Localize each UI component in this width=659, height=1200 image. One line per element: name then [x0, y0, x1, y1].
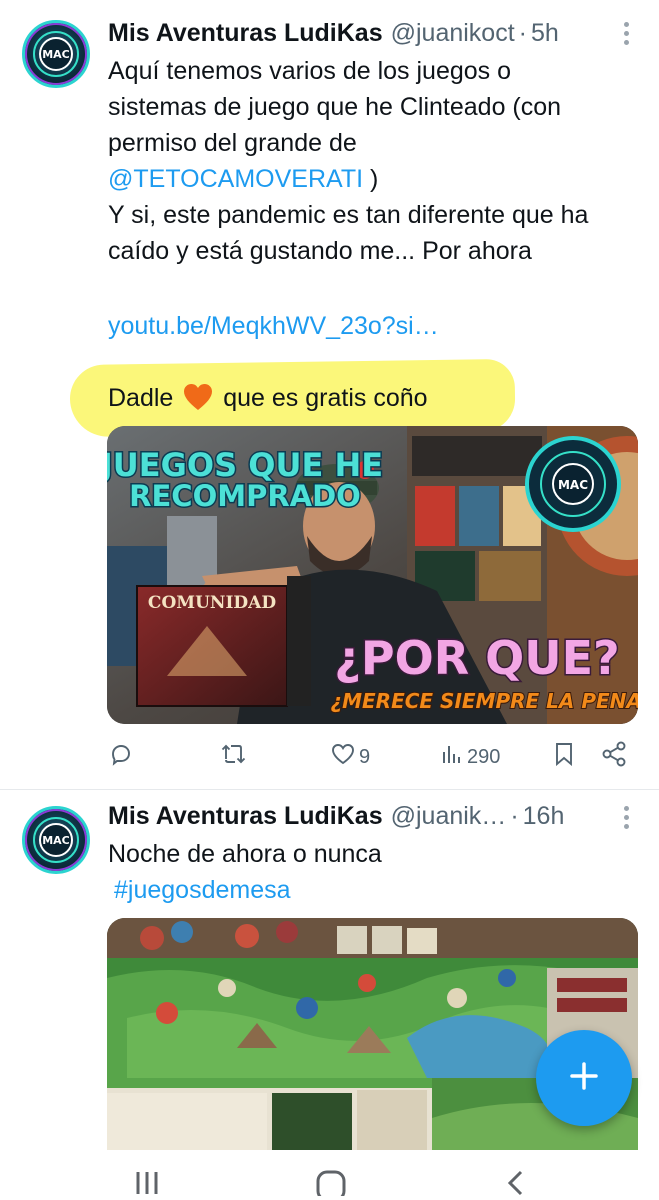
video-big-caption: ¿POR QUE?	[334, 631, 620, 685]
bookmark-icon	[554, 742, 574, 772]
like-icon	[331, 743, 355, 771]
author-avatar[interactable]: MAC	[22, 806, 90, 874]
video-title-line-2: RECOMPRADO	[129, 479, 361, 513]
home-button[interactable]	[315, 1168, 347, 1200]
youtube-link[interactable]: youtu.be/MeqkhWV_23o?si…	[108, 308, 643, 344]
views-icon	[441, 743, 463, 771]
tweet-actions: 9 290	[107, 735, 637, 779]
compose-icon	[567, 1059, 601, 1098]
reply-button[interactable]	[109, 742, 137, 772]
author-avatar[interactable]: MAC	[22, 20, 90, 88]
box-title: COMUNIDAD	[148, 593, 276, 613]
system-navigation-bar	[0, 1150, 659, 1200]
hashtag-link[interactable]: #juegosdemesa	[108, 872, 643, 908]
tweet-time[interactable]: 16h	[523, 802, 565, 831]
compose-button[interactable]	[536, 1030, 632, 1126]
tweet-1[interactable]: MAC Mis Aventuras LudiKas @juanikoct · 5…	[0, 0, 659, 790]
like-count: 9	[359, 745, 371, 768]
tweet-text-line: caído y está gustando me... Por ahora	[108, 237, 532, 265]
retweet-icon	[220, 742, 246, 772]
home-icon	[315, 1170, 347, 1200]
tweet-text-line: sistemas de juego que he Clinteado (con	[108, 93, 562, 121]
badge-monogram: MAC	[558, 478, 588, 492]
reply-icon	[109, 742, 133, 772]
author-name[interactable]: Mis Aventuras LudiKas	[108, 19, 383, 48]
video-sub-caption: ¿MERECE SIEMPRE LA PENA?	[331, 689, 638, 713]
views-button[interactable]: 290	[441, 743, 500, 771]
retweet-button[interactable]	[220, 742, 250, 772]
heart-emoji-icon	[183, 383, 213, 411]
more-icon[interactable]	[615, 18, 637, 48]
views-count: 290	[467, 745, 501, 768]
share-button[interactable]	[601, 741, 627, 773]
highlighted-text: Dadle que es gratis coño	[108, 383, 428, 412]
tweet-header: Mis Aventuras LudiKas @juanik… · 16h	[108, 801, 565, 831]
bookmark-button[interactable]	[554, 742, 574, 772]
tweet-header: Mis Aventuras LudiKas @juanikoct · 5h	[108, 18, 559, 48]
mention-link[interactable]: @TETOCAMOVERATI	[108, 165, 363, 193]
tweet-time[interactable]: 5h	[531, 19, 559, 48]
share-icon	[601, 741, 627, 773]
more-icon[interactable]	[615, 802, 637, 832]
tweet-text: Noche de ahora o nunca #juegosdemesa	[108, 836, 643, 908]
like-button[interactable]: 9	[331, 743, 370, 771]
tweet-text-line: Aquí tenemos varios de los juegos o	[108, 57, 512, 85]
back-icon	[504, 1170, 526, 1200]
author-handle[interactable]: @juanikoct	[391, 19, 515, 48]
tweet-text: Aquí tenemos varios de los juegos o sist…	[108, 53, 643, 269]
author-name[interactable]: Mis Aventuras LudiKas	[108, 802, 383, 831]
recents-icon	[133, 1172, 161, 1198]
back-button[interactable]	[504, 1168, 526, 1200]
author-handle[interactable]: @juanik…	[391, 802, 507, 831]
tweet-text-line: permiso del grande de	[108, 129, 357, 157]
tweet-text-line: Y si, este pandemic es tan diferente que…	[108, 201, 589, 229]
tweet-text-line: Noche de ahora o nunca	[108, 840, 382, 868]
video-thumbnail[interactable]: COMUNIDAD JUEGOS QUE HE RECOMPRADO MAC ¿…	[107, 426, 638, 724]
recents-button[interactable]	[133, 1168, 161, 1199]
